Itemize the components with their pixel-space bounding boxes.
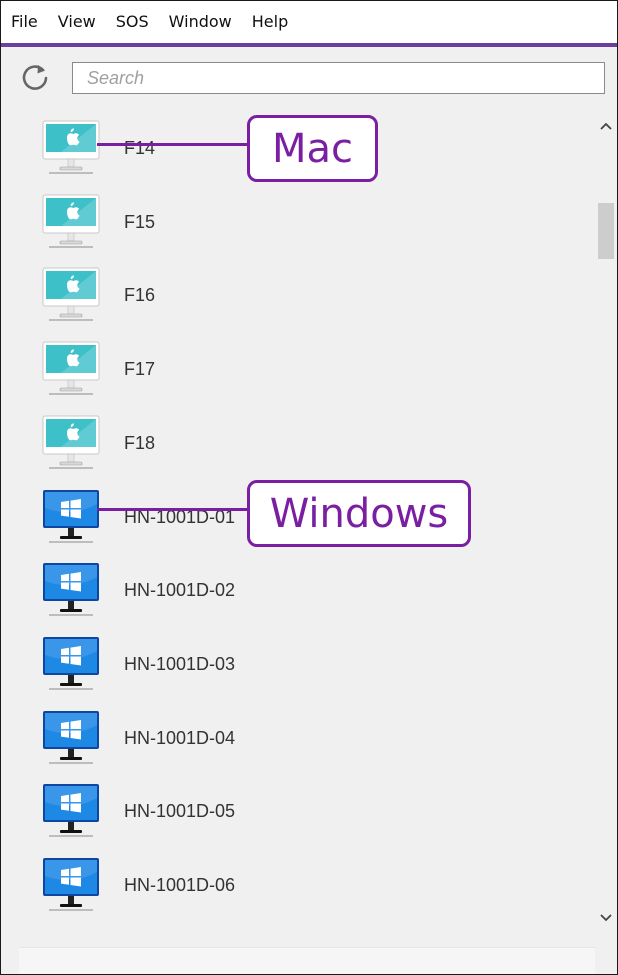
menu-file[interactable]: File (1, 1, 48, 43)
computer-row[interactable]: F17 (19, 334, 595, 404)
computer-row[interactable]: F18 (19, 408, 595, 478)
mac-monitor-icon (41, 266, 101, 324)
vertical-scrollbar[interactable] (595, 109, 617, 941)
windows-monitor-icon (41, 635, 101, 693)
windows-monitor-icon (41, 782, 101, 840)
computer-name: F16 (124, 285, 156, 306)
menu-view[interactable]: View (48, 1, 106, 43)
scroll-thumb[interactable] (598, 203, 614, 259)
chevron-up-icon[interactable] (595, 115, 617, 137)
refresh-icon[interactable] (19, 61, 51, 93)
toolbar (1, 47, 617, 109)
computer-name: HN-1001D-01 (124, 506, 236, 527)
computer-row[interactable]: HN-1001D-03 (19, 629, 595, 699)
windows-callout-line (97, 508, 249, 511)
computer-name: F15 (124, 211, 156, 232)
windows-callout: Windows (247, 480, 471, 547)
menu-sos[interactable]: SOS (106, 1, 159, 43)
computer-name: HN-1001D-05 (124, 801, 236, 822)
mac-monitor-icon (41, 340, 101, 398)
windows-monitor-icon (41, 488, 101, 546)
chevron-down-icon[interactable] (595, 907, 617, 929)
mac-callout-line (97, 143, 249, 146)
menu-help[interactable]: Help (242, 1, 298, 43)
computer-row[interactable]: HN-1001D-06 (19, 850, 595, 920)
mac-monitor-icon (41, 119, 101, 177)
computer-row[interactable]: HN-1001D-04 (19, 703, 595, 773)
computer-name: F18 (124, 432, 156, 453)
computer-row[interactable]: HN-1001D-05 (19, 776, 595, 846)
computer-name: F14 (124, 138, 156, 158)
computer-name: HN-1001D-06 (124, 875, 236, 895)
computer-name: F17 (124, 359, 156, 380)
computer-name: HN-1001D-02 (124, 580, 236, 601)
search-input[interactable] (72, 62, 605, 94)
windows-monitor-icon (41, 709, 101, 767)
computer-row[interactable]: F16 (19, 260, 595, 330)
computer-row[interactable]: HN-1001D-02 (19, 555, 595, 625)
computer-name: HN-1001D-03 (124, 653, 236, 674)
list-footer (19, 947, 595, 974)
mac-monitor-icon (41, 414, 101, 472)
windows-monitor-icon (41, 561, 101, 619)
computer-name: HN-1001D-04 (124, 727, 236, 748)
windows-monitor-icon (41, 856, 101, 914)
mac-monitor-icon (41, 193, 101, 251)
menu-window[interactable]: Window (159, 1, 242, 43)
app-window: File View SOS Window Help F14 F15 (0, 0, 618, 975)
menu-bar: File View SOS Window Help (1, 1, 617, 43)
mac-callout: Mac (247, 115, 378, 182)
computer-row[interactable]: F15 (19, 187, 595, 257)
